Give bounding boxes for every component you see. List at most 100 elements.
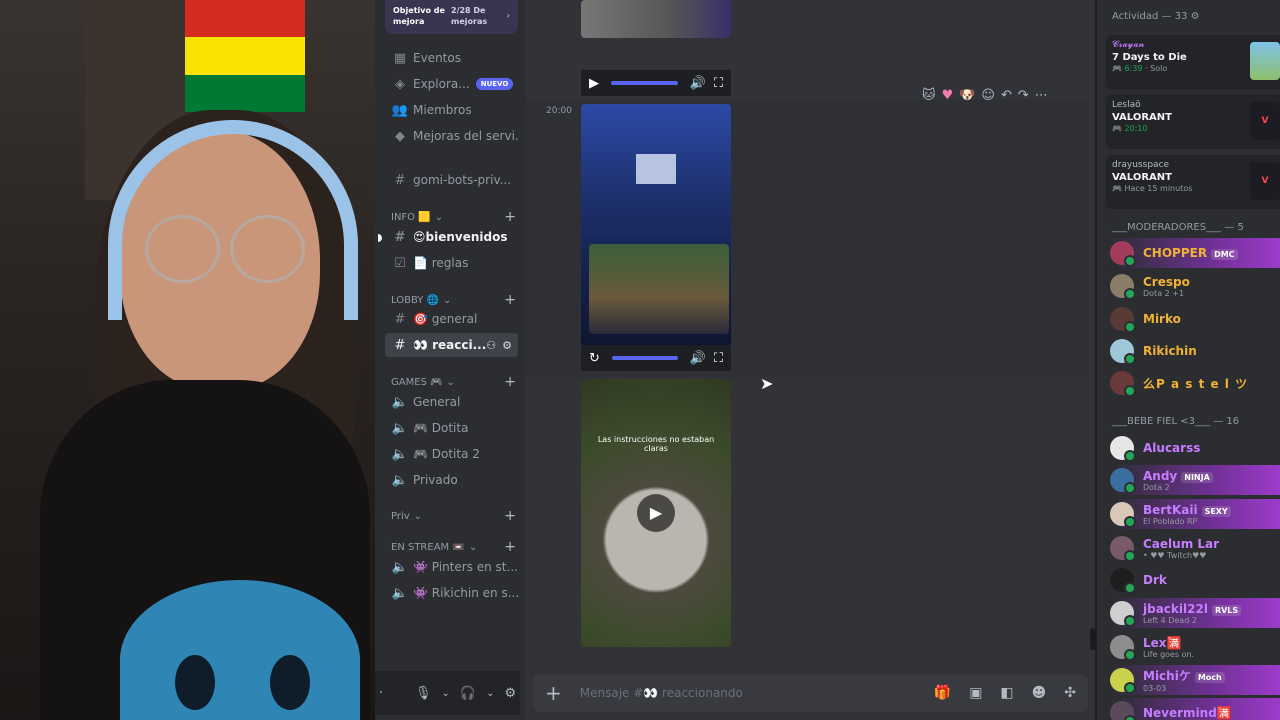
category-priv[interactable]: Priv ⌄ +	[391, 508, 516, 524]
member-item[interactable]: jbackil22l RVLS Left 4 Dead 2	[1110, 598, 1280, 628]
gear-icon[interactable]: ⚙	[504, 686, 516, 701]
bolivia-flag	[185, 0, 305, 112]
sidebar-item-explora[interactable]: ◈ Explora... NUEVO	[385, 72, 518, 96]
role-header-bebe-fiel: ___BEBE FIEL <3___ — 16	[1112, 416, 1240, 427]
play-icon[interactable]: ▶	[589, 76, 599, 91]
voice-channel-rikichin[interactable]: 🔈 👾 Rikichin en s...	[385, 581, 518, 605]
volume-slider[interactable]	[611, 356, 678, 360]
member-item[interactable]: CHOPPER DMC	[1110, 238, 1280, 268]
reaction-emoji-icon[interactable]: 🐱	[922, 88, 936, 103]
gear-icon[interactable]: ⚙	[1191, 11, 1200, 22]
member-item[interactable]: Rikichin	[1110, 336, 1280, 366]
member-item[interactable]: 么P a s t e l ツ	[1110, 368, 1280, 398]
member-item[interactable]: Crespo Dota 2 +1	[1110, 271, 1280, 301]
activity-card[interactable]: drayusspace VALORANT 🎮 Hace 15 minutos V	[1106, 155, 1280, 209]
boost-icon: ◆	[395, 128, 405, 144]
member-item[interactable]: Andy NINJA Dota 2	[1110, 465, 1280, 495]
voice-channel-general[interactable]: 🔈 General	[385, 390, 518, 414]
avatar	[1110, 468, 1136, 494]
member-item[interactable]: BertKaii SEXY El Poblado RP	[1110, 499, 1280, 529]
channel-gomi-bots[interactable]: # gomi-bots-priv...	[385, 168, 518, 192]
replay-icon[interactable]: ↻	[589, 351, 600, 366]
channel-bienvenidos[interactable]: # 😍bienvenidos	[385, 225, 518, 249]
role-header-moderadores: ___MODERADORES___ — 5	[1112, 222, 1244, 233]
member-status: El Poblado RP	[1143, 516, 1198, 526]
attach-plus-icon[interactable]: +	[545, 681, 562, 705]
invite-icon[interactable]: ⚇	[486, 339, 496, 352]
sidebar-item-label: Mejoras del servi...	[413, 129, 518, 143]
more-icon[interactable]: ⋯	[1035, 88, 1048, 103]
volume-slider[interactable]	[611, 81, 678, 85]
avatar[interactable]: ·	[379, 686, 389, 701]
play-icon[interactable]: ▶	[637, 494, 675, 532]
voice-channel-dotita-2[interactable]: 🔈 🎮 Dotita 2	[385, 442, 518, 466]
compass-icon: ◈	[395, 76, 405, 92]
fullscreen-icon[interactable]: ⛶	[714, 76, 723, 91]
add-channel-icon[interactable]: +	[504, 374, 516, 390]
chevron-down-icon[interactable]: ⌄	[442, 688, 450, 699]
message-input[interactable]: Mensaje #👀 reaccionando	[580, 686, 743, 700]
voice-channel-privado[interactable]: 🔈 Privado	[385, 468, 518, 492]
avatar	[1110, 701, 1136, 720]
message-composer[interactable]: + Mensaje #👀 reaccionando 🎁 ▣ ◧ ☻ ✣	[533, 674, 1088, 712]
hashtag-icon: #	[394, 229, 406, 245]
chevron-down-icon[interactable]: ⌄	[486, 688, 494, 699]
heart-icon[interactable]: ♥	[942, 88, 954, 103]
member-item[interactable]: Caelum Lar • ♥♥ Twitch♥♥	[1110, 533, 1280, 563]
add-reaction-icon[interactable]: ☺	[981, 88, 995, 103]
emoji-icon[interactable]: ☻	[1032, 685, 1047, 701]
video-attachment-pudding[interactable]: Las instrucciones no estaban claras ▶	[581, 379, 731, 647]
category-games[interactable]: GAMES 🎮 ⌄ +	[391, 374, 516, 390]
category-en-stream[interactable]: EN STREAM 📼 ⌄ +	[391, 539, 516, 555]
category-label: GAMES 🎮	[391, 376, 443, 388]
add-channel-icon[interactable]: +	[504, 292, 516, 308]
member-item[interactable]: Michiケ Moch 03-03	[1110, 665, 1280, 695]
video-attachment-top[interactable]	[581, 0, 731, 38]
sidebar-item-eventos[interactable]: ▦ Eventos	[385, 46, 518, 70]
add-channel-icon[interactable]: +	[504, 508, 516, 524]
fullscreen-icon[interactable]: ⛶	[714, 351, 723, 366]
apps-icon[interactable]: ✣	[1064, 685, 1076, 701]
member-tag: NINJA	[1181, 471, 1213, 483]
member-item[interactable]: Alucarss	[1110, 433, 1280, 463]
channel-reglas[interactable]: ☑ 📄 reglas	[385, 251, 518, 275]
speaker-icon: 🔈	[391, 585, 409, 601]
scrollbar[interactable]	[1090, 628, 1096, 650]
calendar-icon: ▦	[393, 50, 407, 66]
sticker-icon[interactable]: ◧	[1000, 685, 1013, 701]
add-channel-icon[interactable]: +	[504, 539, 516, 555]
activity-card[interactable]: Leslaö VALORANT 🎮 20:10 V	[1106, 95, 1280, 149]
gear-icon[interactable]: ⚙	[502, 339, 512, 352]
volume-icon[interactable]: 🔊	[690, 351, 706, 366]
member-status: Dota 2 +1	[1143, 288, 1185, 298]
sidebar-item-mejoras[interactable]: ◆ Mejoras del servi...	[385, 124, 518, 148]
voice-channel-dotita[interactable]: 🔈 🎮 Dotita	[385, 416, 518, 440]
sidebar-item-miembros[interactable]: 👥 Miembros	[385, 98, 518, 122]
headphones-icon[interactable]: 🎧	[460, 686, 476, 701]
volume-icon[interactable]: 🔊	[690, 76, 706, 91]
member-status: • ♥♥ Twitch♥♥	[1143, 550, 1207, 560]
add-channel-icon[interactable]: +	[504, 209, 516, 225]
activity-card[interactable]: 𝓒𝓻𝓪𝔂𝓪𝓷 7 Days to Die 🎮 6:39 · Solo	[1106, 35, 1280, 89]
reaction-emoji-icon[interactable]: 🐶	[959, 88, 975, 103]
category-info[interactable]: INFO 🟨 ⌄ +	[391, 209, 516, 225]
member-item[interactable]: Nevermind🈵	[1110, 698, 1280, 720]
member-tag: SEXY	[1201, 505, 1231, 517]
category-lobby[interactable]: LOBBY 🌐 ⌄ +	[391, 292, 516, 308]
voice-channel-pinters[interactable]: 🔈 👾 Pinters en st...	[385, 555, 518, 579]
member-item[interactable]: Lex🈵 Life goes on.	[1110, 632, 1280, 662]
channel-general[interactable]: # 🎯 general	[385, 307, 518, 331]
boost-count: 2/28 De mejoras	[451, 6, 488, 26]
channel-reaccionando[interactable]: # 👀 reacci... ⚇ ⚙	[385, 333, 518, 357]
member-item[interactable]: Drk	[1110, 565, 1280, 595]
gift-icon[interactable]: 🎁	[934, 685, 951, 701]
gif-icon[interactable]: ▣	[969, 685, 982, 701]
server-boost-goal[interactable]: Objetivo de mejora 2/28 De mejoras ›	[385, 0, 518, 34]
reply-icon[interactable]: ↶	[1001, 88, 1012, 103]
video-attachment-bus[interactable]	[581, 104, 731, 346]
channel-name: General	[413, 395, 461, 409]
microphone-icon[interactable]: 🎙	[415, 686, 432, 701]
forward-icon[interactable]: ↷	[1018, 88, 1029, 103]
member-item[interactable]: Mirko	[1110, 304, 1280, 334]
member-status: Life goes on.	[1143, 649, 1195, 659]
